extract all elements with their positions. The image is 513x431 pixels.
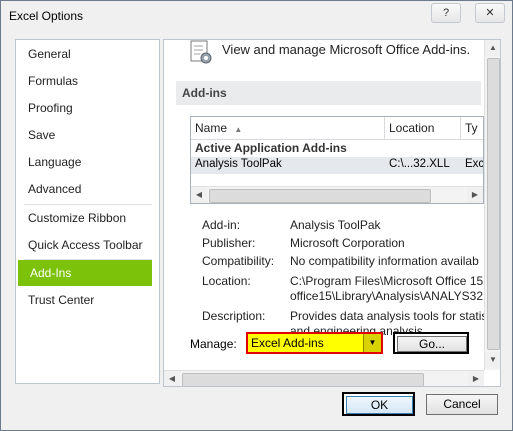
sidebar-item-advanced[interactable]: Advanced: [16, 176, 159, 202]
sort-up-icon: ▲: [234, 125, 243, 134]
detail-location-value-1: C:\Program Files\Microsoft Office 15: [290, 274, 484, 288]
sidebar-item-customize-ribbon[interactable]: Customize Ribbon: [16, 205, 159, 231]
sidebar-item-trust-center[interactable]: Trust Center: [16, 287, 159, 313]
column-header-location[interactable]: Location: [385, 117, 461, 139]
dropdown-arrow-icon[interactable]: ▼: [363, 334, 381, 352]
table-row[interactable]: Analysis ToolPak C:\...32.XLL Exc: [191, 157, 483, 174]
list-horizontal-scrollbar[interactable]: ◀ ▶: [191, 186, 483, 203]
detail-publisher-value: Microsoft Corporation: [290, 236, 405, 250]
sidebar-item-language[interactable]: Language: [16, 149, 159, 175]
manage-dropdown[interactable]: Excel Add-ins ▼: [246, 332, 383, 354]
excel-options-dialog: Excel Options ? ✕ General Formulas Proof…: [0, 0, 513, 431]
help-button[interactable]: ?: [431, 3, 461, 23]
detail-compat-value: No compatibility information availab: [290, 254, 479, 268]
section-title: Add-ins: [176, 81, 481, 105]
panel-vertical-scrollbar[interactable]: ▲ ▼: [484, 40, 500, 370]
window-title: Excel Options: [9, 9, 84, 23]
column-name-label: Name: [195, 121, 228, 135]
scroll-right-icon[interactable]: ▶: [467, 187, 483, 203]
column-header-name[interactable]: Name ▲: [191, 117, 385, 139]
scroll-up-icon[interactable]: ▲: [485, 40, 500, 56]
scroll-left-icon[interactable]: ◀: [191, 187, 207, 203]
scroll-thumb[interactable]: [182, 373, 424, 386]
sidebar-item-add-ins[interactable]: Add-Ins: [18, 260, 152, 286]
list-group-header: Active Application Add-ins: [195, 141, 347, 155]
detail-addin-value: Analysis ToolPak: [290, 218, 381, 232]
detail-publisher-label: Publisher:: [202, 236, 256, 250]
manage-dropdown-value: Excel Add-ins: [251, 336, 324, 350]
title-bar: Excel Options ? ✕: [1, 1, 512, 31]
scroll-down-icon[interactable]: ▼: [485, 352, 500, 368]
detail-addin-label: Add-in:: [202, 218, 241, 232]
close-button[interactable]: ✕: [475, 3, 505, 23]
detail-description-label: Description:: [202, 309, 266, 323]
go-button[interactable]: Go...: [393, 332, 469, 354]
detail-location-value-2: office15\Library\Analysis\ANALYS32: [290, 289, 483, 303]
add-ins-gear-icon: [190, 40, 212, 64]
ok-button[interactable]: OK: [342, 392, 415, 416]
vertical-scroll-thumb[interactable]: [487, 58, 500, 350]
cancel-button[interactable]: Cancel: [426, 394, 498, 415]
add-ins-list[interactable]: Name ▲ Location Ty Active Application Ad…: [190, 116, 484, 204]
scroll-right-icon[interactable]: ▶: [468, 371, 484, 386]
scroll-left-icon[interactable]: ◀: [164, 371, 180, 386]
row-type: Exc: [465, 158, 483, 170]
sidebar-item-proofing[interactable]: Proofing: [16, 95, 159, 121]
options-sidebar: General Formulas Proofing Save Language …: [15, 39, 160, 384]
sidebar-item-formulas[interactable]: Formulas: [16, 68, 159, 94]
detail-location-label: Location:: [202, 274, 251, 288]
row-location: C:\...32.XLL: [389, 158, 450, 170]
detail-compat-label: Compatibility:: [202, 254, 275, 268]
panel-header: View and manage Microsoft Office Add-ins…: [222, 42, 471, 57]
ok-button-label: OK: [346, 396, 413, 414]
close-icon: ✕: [485, 7, 495, 19]
column-header-type[interactable]: Ty: [461, 117, 483, 139]
manage-label: Manage:: [190, 337, 237, 351]
detail-description-value-1: Provides data analysis tools for statis: [290, 309, 488, 323]
sidebar-item-general[interactable]: General: [16, 41, 159, 67]
list-header: Name ▲ Location Ty: [191, 117, 483, 140]
go-button-label: Go...: [397, 336, 467, 352]
panel-horizontal-scrollbar[interactable]: ◀ ▶: [164, 370, 484, 386]
row-name: Analysis ToolPak: [195, 158, 282, 170]
add-ins-panel: View and manage Microsoft Office Add-ins…: [163, 39, 501, 387]
scroll-thumb[interactable]: [209, 189, 431, 203]
sidebar-item-quick-access-toolbar[interactable]: Quick Access Toolbar: [16, 232, 159, 258]
sidebar-item-save[interactable]: Save: [16, 122, 159, 148]
